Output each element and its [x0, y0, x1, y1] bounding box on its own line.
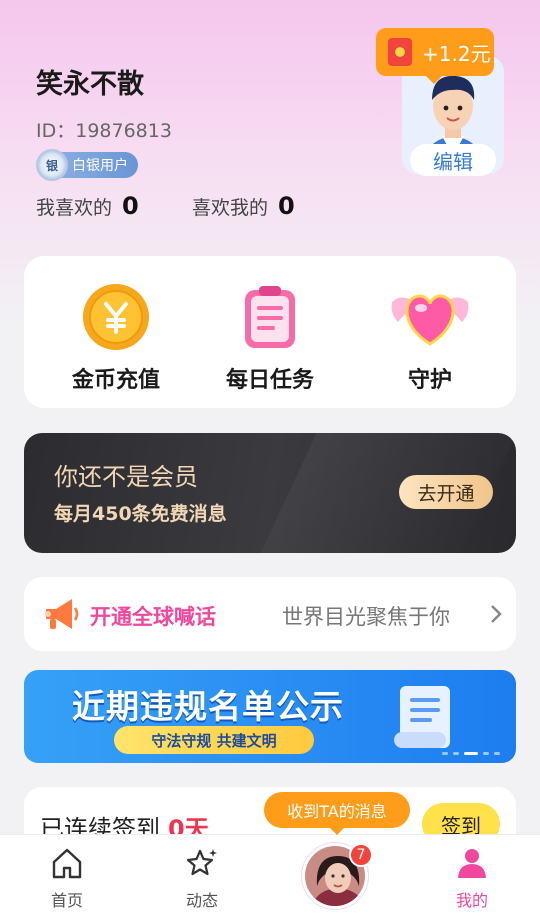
tab-label: 我的 — [455, 891, 488, 910]
banner-title: 近期违规名单公示 — [72, 687, 344, 726]
unread-count-badge: 7 — [349, 843, 373, 867]
quick-actions-card: 金币充值 每日任务 守护 — [24, 256, 516, 408]
banner-pagination — [442, 752, 500, 755]
winged-heart-icon — [391, 282, 469, 352]
tab-label: 首页 — [50, 891, 83, 910]
chevron-right-icon — [491, 605, 502, 623]
pagination-dot — [442, 752, 448, 755]
cash-reward-label: +1.2元 — [422, 41, 491, 66]
pagination-dot-active — [464, 752, 478, 755]
open-vip-button[interactable]: 去开通 — [399, 475, 493, 509]
i-like-count: 0 — [122, 192, 139, 220]
pagination-dot — [453, 752, 459, 755]
silver-medal-icon: 银 — [36, 149, 68, 181]
shout-subtitle: 世界目光聚焦于你 — [282, 605, 450, 629]
badge-label: 白银用户 — [72, 158, 128, 174]
quick-action-label: 每日任务 — [225, 368, 314, 393]
home-icon — [52, 848, 82, 879]
membership-level-badge: 银 白银用户 — [36, 149, 138, 181]
scroll-document-icon — [394, 686, 450, 748]
quick-action-label: 金币充值 — [71, 368, 160, 393]
i-like-label: 我喜欢的 — [36, 197, 113, 219]
star-sparkle-icon — [186, 849, 217, 876]
liked-me-label: 喜欢我的 — [192, 197, 269, 219]
i-like-stat[interactable]: 我喜欢的 0 — [36, 192, 139, 220]
tab-feed[interactable]: 动态 — [157, 845, 247, 911]
quick-action-guard[interactable]: 守护 — [360, 282, 500, 394]
megaphone-icon — [45, 599, 79, 629]
liked-me-count: 0 — [278, 192, 295, 220]
user-profile-icon — [458, 849, 486, 878]
tab-mine[interactable]: 我的 — [427, 845, 517, 911]
violation-notice-banner[interactable]: 近期违规名单公示 守法守规 共建文明 — [24, 670, 516, 763]
red-packet-icon — [388, 38, 412, 66]
tab-home[interactable]: 首页 — [22, 845, 112, 911]
profile-section: 笑永不散 ID：19876813 银 白银用户 我喜欢的 0 喜欢我的 0 编辑… — [0, 0, 540, 240]
username: 笑永不散 — [36, 69, 144, 100]
pagination-dot — [483, 752, 489, 755]
bottom-tab-bar: 首页 动态 我的 — [0, 834, 540, 924]
banner-subtitle: 守法守规 共建文明 — [114, 726, 314, 754]
shout-title: 开通全球喊话 — [90, 605, 216, 629]
tab-label: 动态 — [185, 891, 218, 910]
user-id: ID：19876813 — [36, 120, 172, 142]
new-message-tip[interactable]: 收到TA的消息 — [264, 792, 410, 835]
gold-coin-icon — [81, 282, 151, 352]
edit-profile-button[interactable]: 编辑 — [410, 144, 496, 176]
global-shout-card[interactable]: 开通全球喊话 世界目光聚焦于你 — [24, 577, 516, 651]
liked-me-stat[interactable]: 喜欢我的 0 — [192, 192, 295, 220]
pagination-dot — [494, 752, 500, 755]
task-clipboard-icon — [235, 282, 305, 352]
quick-action-recharge[interactable]: 金币充值 — [46, 282, 186, 394]
vip-membership-card[interactable]: 你还不是会员 每月450条免费消息 去开通 — [24, 433, 516, 553]
quick-action-daily-tasks[interactable]: 每日任务 — [200, 282, 340, 394]
cash-reward-tip[interactable]: +1.2元 — [376, 28, 494, 84]
vip-title: 你还不是会员 — [54, 463, 198, 491]
quick-action-label: 守护 — [407, 368, 452, 393]
vip-subtitle: 每月450条免费消息 — [54, 503, 227, 525]
